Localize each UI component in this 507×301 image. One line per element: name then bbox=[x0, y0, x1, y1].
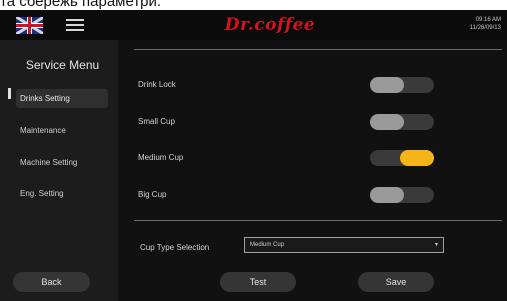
device-screen: Dr.coffee 09:16 AM 11/26/09/13 Service M… bbox=[0, 10, 507, 301]
caption-text: та сбережь параметри. bbox=[0, 0, 162, 10]
chevron-down-icon: ▾ bbox=[434, 242, 438, 248]
medium-cup-toggle[interactable] bbox=[370, 150, 434, 166]
date-text: 11/26/09/13 bbox=[469, 25, 501, 31]
time-text: 09:16 AM bbox=[475, 17, 501, 23]
cup-type-select[interactable]: Medium Cup ▾ bbox=[244, 237, 444, 253]
active-item-marker bbox=[8, 88, 11, 99]
save-button[interactable]: Save bbox=[358, 272, 434, 292]
divider bbox=[134, 220, 502, 221]
sidebar-item-drinks-setting[interactable]: Drinks Setting bbox=[16, 89, 108, 108]
big-cup-toggle[interactable] bbox=[370, 187, 434, 203]
sidebar-item-maintenance[interactable]: Maintenance bbox=[16, 121, 108, 140]
brand-logo: Dr.coffee bbox=[224, 15, 316, 35]
setting-label-small-cup: Small Cup bbox=[138, 117, 175, 126]
sidebar-item-machine-setting[interactable]: Machine Setting bbox=[16, 153, 108, 172]
back-button[interactable]: Back bbox=[13, 272, 90, 292]
cup-type-label: Cup Type Selection bbox=[140, 243, 210, 252]
sidebar-item-eng-setting[interactable]: Eng. Setting bbox=[16, 184, 108, 203]
test-button[interactable]: Test bbox=[220, 272, 296, 292]
setting-label-big-cup: Big Cup bbox=[138, 190, 167, 199]
uk-flag-icon[interactable] bbox=[16, 17, 43, 34]
sidebar: Service Menu Drinks Setting Maintenance … bbox=[0, 40, 118, 301]
setting-label-medium-cup: Medium Cup bbox=[138, 153, 184, 162]
cup-type-value: Medium Cup bbox=[250, 242, 285, 248]
hamburger-menu-icon[interactable] bbox=[66, 18, 84, 32]
date-time: 09:16 AM 11/26/09/13 bbox=[441, 16, 501, 32]
settings-panel: Drink Lock Small Cup Medium Cup Big Cup … bbox=[118, 40, 507, 301]
small-cup-toggle[interactable] bbox=[370, 114, 434, 130]
setting-label-drink-lock: Drink Lock bbox=[138, 80, 176, 89]
drink-lock-toggle[interactable] bbox=[370, 77, 434, 93]
top-bar: Dr.coffee 09:16 AM 11/26/09/13 bbox=[0, 10, 507, 40]
sidebar-title: Service Menu bbox=[25, 58, 100, 72]
divider bbox=[134, 49, 502, 50]
